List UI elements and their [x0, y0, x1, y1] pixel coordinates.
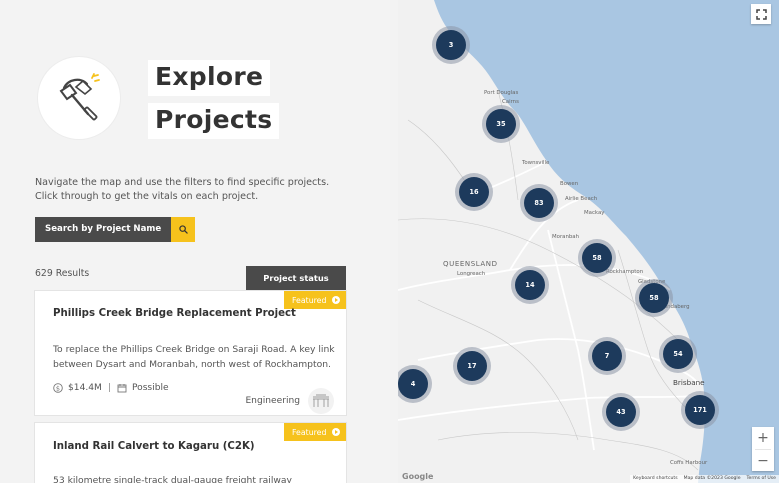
map-cluster-marker[interactable]: 17: [457, 351, 487, 381]
project-card-meta: $ $14.4M | Possible: [53, 383, 169, 393]
map-label-cairns: Cairns: [502, 99, 519, 105]
map-label-moranbah: Moranbah: [552, 234, 580, 240]
results-count: 629 Results: [35, 268, 90, 279]
map-label-brisbane: Brisbane: [673, 378, 705, 387]
project-card[interactable]: Featured Inland Rail Calvert to Kagaru (…: [35, 423, 346, 483]
map-cluster-marker[interactable]: 16: [459, 177, 489, 207]
map-cluster-marker[interactable]: 35: [486, 109, 516, 139]
intro-text: Navigate the map and use the filters to …: [35, 177, 330, 202]
map-label-bowen: Bowen: [560, 181, 579, 187]
map-cluster-marker[interactable]: 58: [582, 243, 612, 273]
map-cluster-marker[interactable]: 14: [515, 270, 545, 300]
map-label-longreach: Longreach: [457, 271, 486, 277]
map-cluster-marker[interactable]: 54: [663, 339, 693, 369]
zoom-in-button[interactable]: +: [752, 427, 774, 449]
map-label-townsville: Townsville: [522, 160, 550, 166]
search-button-label: Search by Project Name: [35, 217, 172, 242]
featured-badge-label: Featured: [292, 295, 327, 305]
page-title: Explore Projects: [148, 60, 280, 139]
fullscreen-icon: [755, 8, 767, 20]
map-label-coffs-harbour: Coffs Harbour: [670, 460, 708, 466]
map-base-layer: [398, 0, 705, 483]
google-logo: Google: [402, 472, 434, 481]
meta-divider: |: [107, 383, 111, 393]
hero-icon-circle: [38, 57, 120, 139]
map-cluster-marker[interactable]: 4: [398, 369, 428, 399]
svg-text:$: $: [56, 384, 60, 392]
map-cluster-marker[interactable]: 58: [639, 283, 669, 313]
map-attribution: Keyboard shortcuts Map data ©2023 Google…: [630, 475, 779, 483]
project-card-title[interactable]: Inland Rail Calvert to Kagaru (C2K): [53, 441, 255, 452]
left-panel: Explore Projects Navigate the map and us…: [0, 0, 398, 483]
map-cluster-marker[interactable]: 3: [436, 30, 466, 60]
zoom-control: + −: [752, 427, 774, 471]
map-cluster-marker[interactable]: 83: [524, 188, 554, 218]
project-status-legend-button[interactable]: Project status legend: [246, 266, 346, 307]
project-card-description: To replace the Phillips Creek Bridge on …: [53, 344, 335, 370]
map-data-credit: Map data ©2023 Google: [683, 476, 741, 481]
zoom-out-button[interactable]: −: [752, 450, 774, 472]
project-status: Possible: [131, 383, 169, 393]
map-cluster-marker[interactable]: 7: [592, 341, 622, 371]
engineering-icon: [308, 388, 334, 414]
map-cluster-marker[interactable]: 43: [606, 397, 636, 427]
map-cluster-marker[interactable]: 171: [685, 395, 715, 425]
calendar-icon: [117, 384, 127, 393]
page-title-line-1: Explore: [148, 60, 271, 96]
fullscreen-button[interactable]: [751, 4, 771, 24]
project-category: Engineering: [245, 396, 300, 406]
project-card[interactable]: Featured Phillips Creek Bridge Replaceme…: [35, 291, 346, 415]
keyboard-shortcuts-link[interactable]: Keyboard shortcuts: [633, 475, 678, 483]
page-title-line-2: Projects: [148, 103, 280, 139]
project-value: $14.4M: [68, 383, 102, 393]
featured-badge: Featured: [284, 291, 346, 309]
featured-badge: Featured: [284, 423, 346, 441]
map-label-airlie-beach: Airlie Beach: [565, 196, 598, 202]
project-card-title[interactable]: Phillips Creek Bridge Replacement Projec…: [53, 308, 296, 319]
terms-of-use-link[interactable]: Terms of Use: [747, 475, 776, 483]
hammer-icon: [59, 73, 100, 121]
search-icon: [171, 217, 196, 242]
play-icon: [332, 428, 340, 436]
map-label-queensland: QUEENSLAND: [443, 260, 498, 268]
map-label-port-douglas: Port Douglas: [484, 90, 519, 96]
map-label-mackay: Mackay: [584, 210, 605, 216]
projects-map[interactable]: Port Douglas Cairns Townsville Bowen Air…: [398, 0, 779, 483]
project-card-description: 53 kilometre single-track dual-gauge fre…: [53, 475, 292, 483]
search-by-project-name-button[interactable]: Search by Project Name: [35, 217, 196, 242]
dollar-icon: $: [53, 383, 63, 393]
map-label-rockhampton: Rockhampton: [606, 269, 644, 275]
featured-badge-label: Featured: [292, 427, 327, 437]
play-icon: [332, 296, 340, 304]
